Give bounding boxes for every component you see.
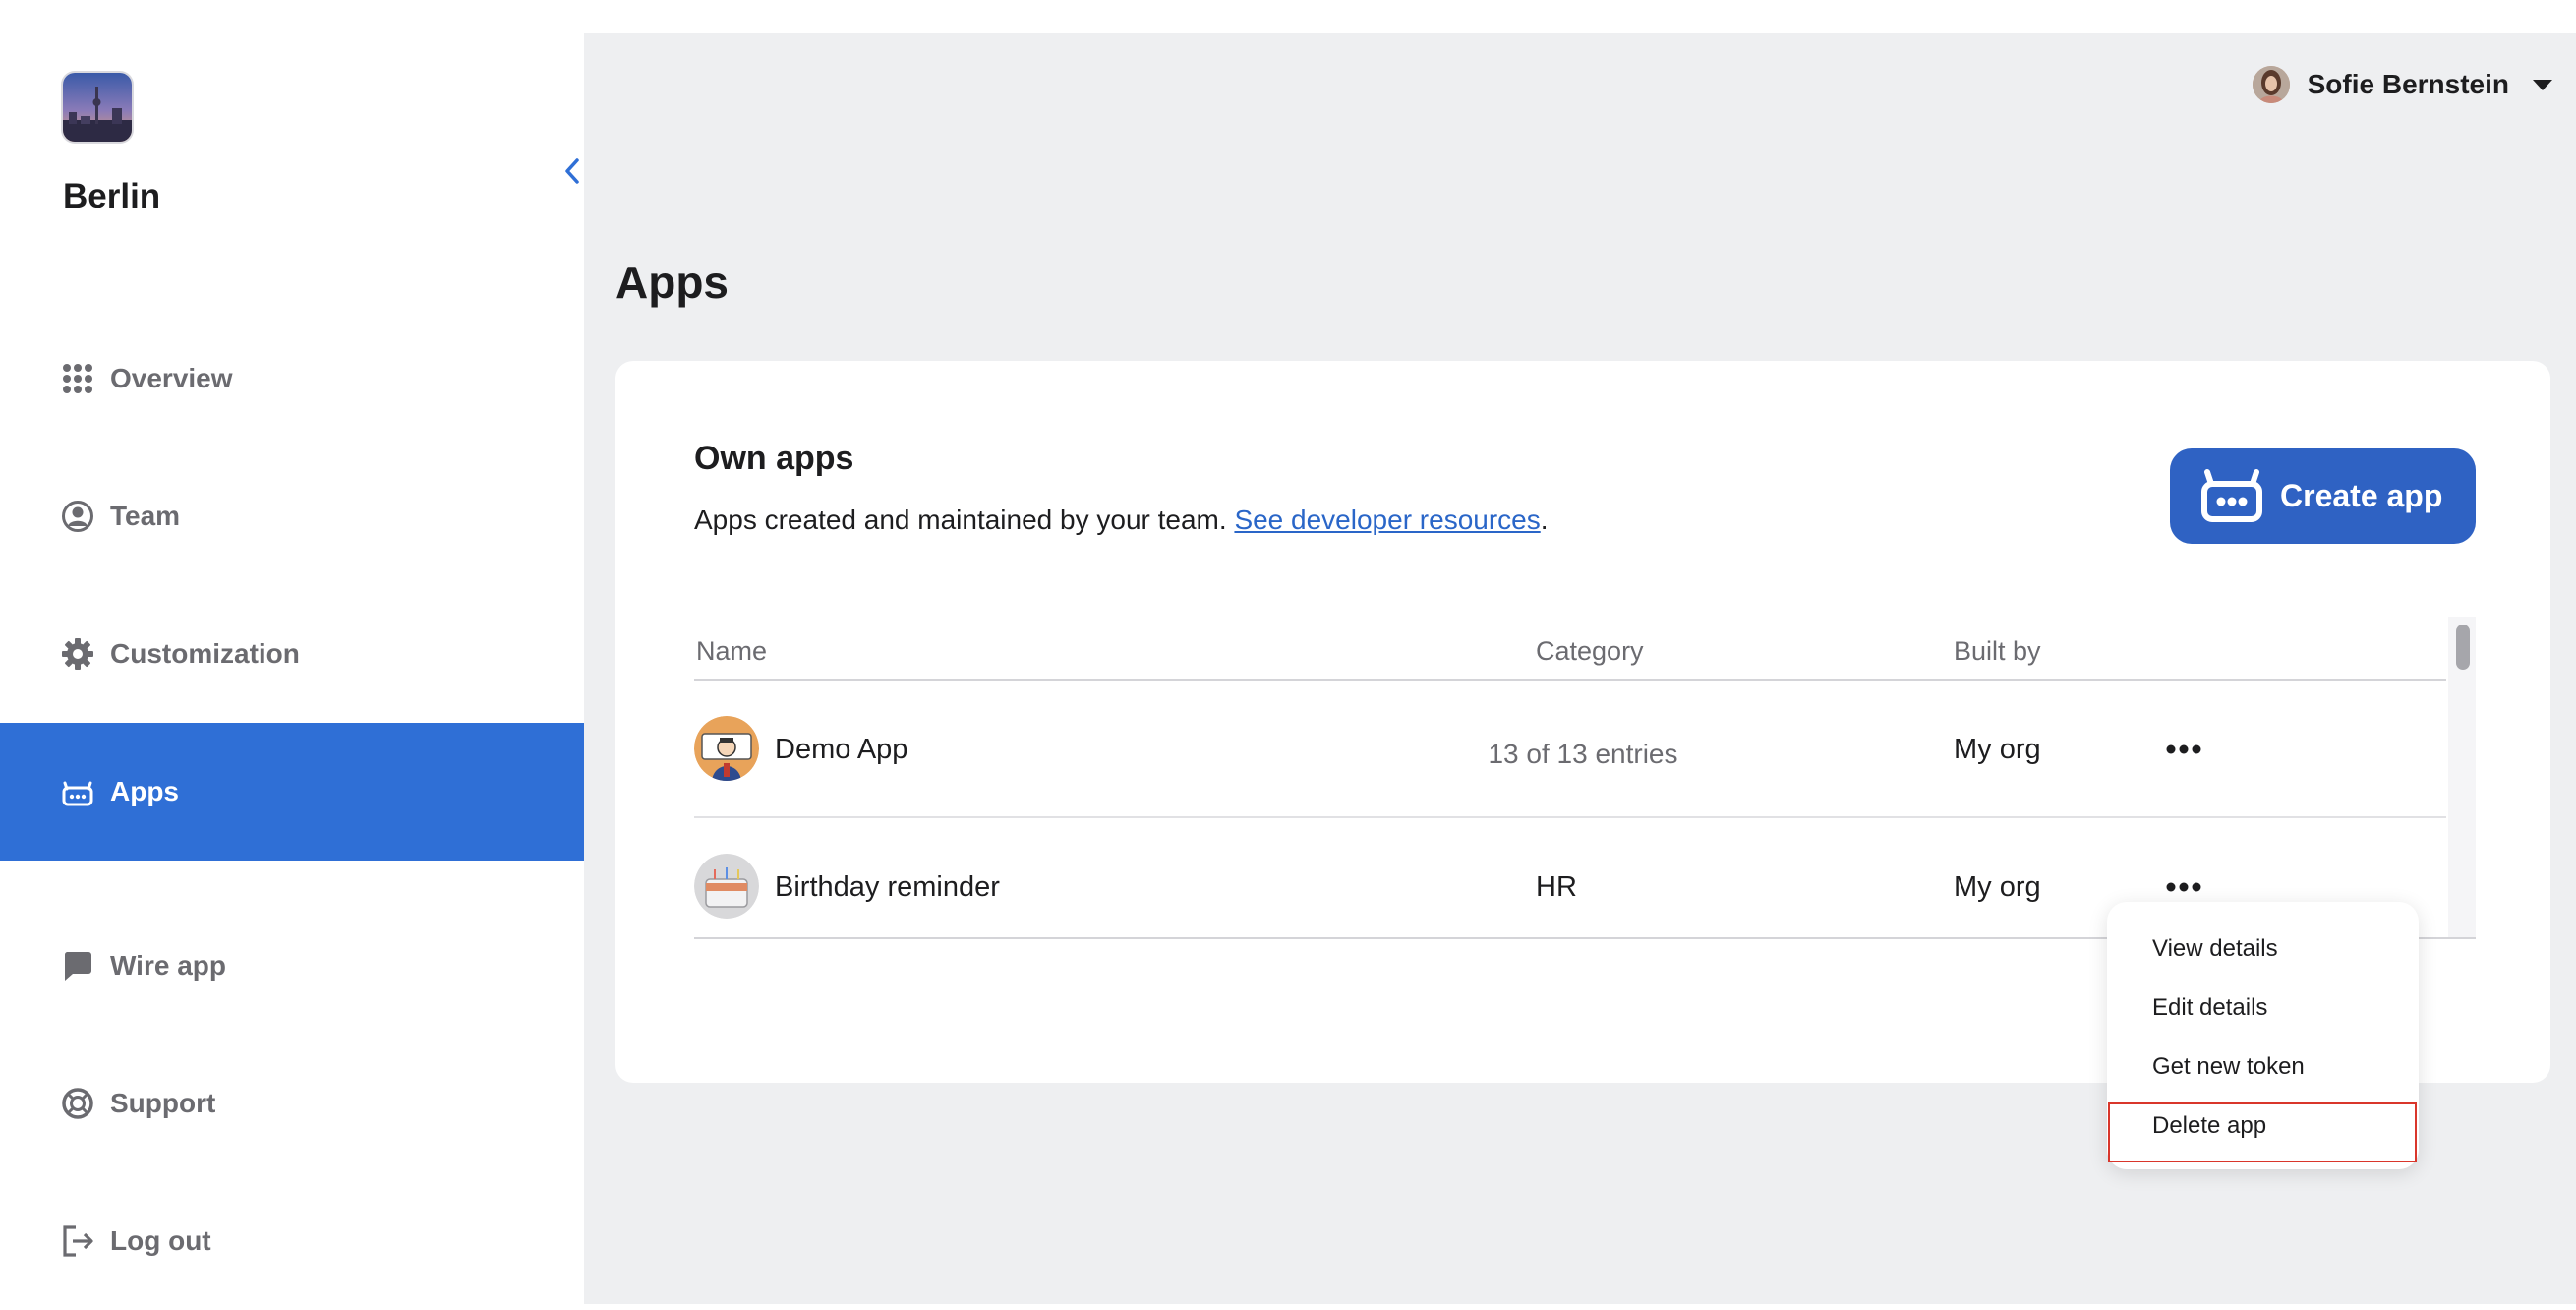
app-name: Birthday reminder [775, 871, 1000, 903]
user-circle-icon [61, 500, 94, 533]
subtitle-period: . [1540, 505, 1549, 535]
sidebar-item-label: Team [110, 501, 181, 531]
app-built-by: My org [1954, 871, 2041, 903]
sidebar-item-label: Customization [110, 638, 300, 669]
lifebuoy-icon [61, 1087, 94, 1120]
developer-resources-link[interactable]: See developer resources [1234, 505, 1540, 535]
team-logo [63, 73, 132, 142]
sidebar-item-label: Apps [110, 776, 179, 806]
menu-item-edit-details[interactable]: Edit details [2152, 994, 2267, 1022]
card-title: Own apps [694, 440, 854, 477]
app-avatar [694, 854, 759, 919]
robot-icon [2201, 469, 2262, 522]
create-app-button[interactable]: Create app [2170, 448, 2476, 544]
card-subtitle-text: Apps created and maintained by your team… [694, 505, 1227, 535]
team-name: Berlin [63, 177, 161, 215]
sidebar-item-team[interactable]: Team [0, 447, 584, 585]
grid-icon [61, 362, 94, 395]
create-app-label: Create app [2280, 478, 2443, 513]
robot-icon [61, 775, 94, 808]
chevron-left-icon [565, 158, 579, 184]
column-header-category[interactable]: Category [1536, 636, 1644, 667]
card-subtitle: Apps created and maintained by your team… [694, 505, 1549, 536]
sidebar-item-wire-app[interactable]: Wire app [0, 897, 584, 1035]
sidebar-item-log-out[interactable]: Log out [0, 1172, 584, 1310]
sidebar: Berlin Overview Team Customization Apps … [0, 0, 598, 1310]
column-header-name[interactable]: Name [696, 636, 767, 667]
user-name: Sofie Bernstein [2307, 69, 2509, 99]
sidebar-item-label: Log out [110, 1225, 211, 1256]
page-title: Apps [615, 257, 729, 308]
app-category: HR [1536, 871, 1577, 903]
sidebar-item-label: Support [110, 1088, 216, 1118]
sidebar-item-apps[interactable]: Apps [0, 723, 584, 861]
chat-bubble-icon [61, 949, 94, 982]
sidebar-item-label: Overview [110, 363, 233, 393]
sidebar-item-label: Wire app [110, 950, 226, 981]
more-horizontal-icon [2166, 882, 2201, 892]
sidebar-item-support[interactable]: Support [0, 1035, 584, 1172]
menu-item-view-details[interactable]: View details [2152, 935, 2278, 963]
logout-icon [61, 1224, 94, 1258]
user-avatar [2252, 66, 2290, 103]
column-header-built-by[interactable]: Built by [1954, 636, 2041, 667]
sidebar-item-overview[interactable]: Overview [0, 310, 584, 447]
entries-count: 13 of 13 entries [1488, 739, 1678, 769]
gear-icon [61, 637, 94, 671]
highlight-box [2108, 1102, 2417, 1162]
menu-item-get-new-token[interactable]: Get new token [2152, 1053, 2305, 1081]
sidebar-item-customization[interactable]: Customization [0, 585, 584, 723]
user-menu[interactable]: Sofie Bernstein [2252, 57, 2552, 112]
apps-table: Name Category Built by Demo App My org B… [694, 617, 2476, 939]
table-scrollbar-thumb[interactable] [2456, 625, 2470, 670]
caret-down-icon [2533, 79, 2552, 90]
